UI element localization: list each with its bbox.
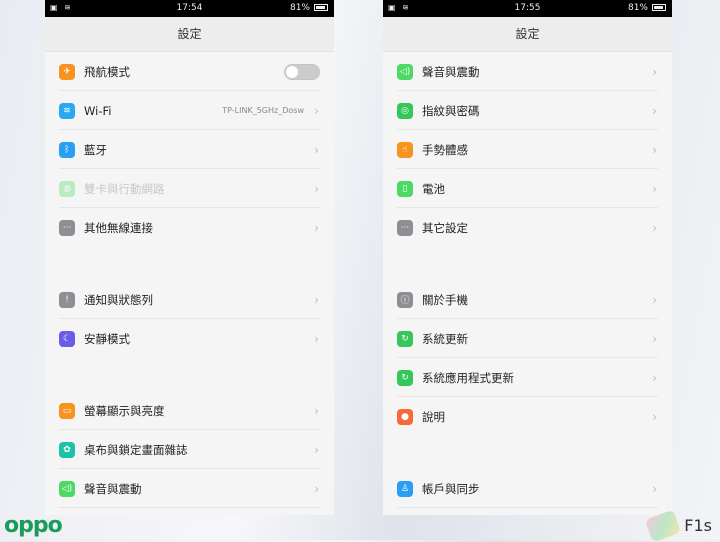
settings-item-label: 其它設定: [422, 220, 468, 235]
chevron-right-icon: ›: [652, 142, 657, 157]
account-icon: ♙: [397, 480, 413, 497]
battery-percent: 81%: [289, 3, 310, 13]
chevron-right-icon: ›: [314, 442, 319, 457]
help-icon: ●: [397, 408, 413, 425]
settings-item-label: 螢幕顯示與亮度: [84, 403, 165, 418]
settings-item-label: 系統應用程式更新: [422, 370, 514, 385]
settings-item[interactable]: ✈ 飛航模式: [45, 52, 334, 91]
settings-item-label: 飛航模式: [84, 64, 130, 79]
settings-item[interactable]: ᛒ 藍牙 ›: [45, 130, 334, 169]
wallpaper-icon: ✿: [59, 441, 75, 458]
info-icon: ⓘ: [397, 291, 413, 308]
chevron-right-icon: ›: [314, 403, 319, 418]
settings-item[interactable]: ▯ 電池 ›: [383, 169, 672, 208]
settings-item[interactable]: ☝ 手勢體感 ›: [383, 130, 672, 169]
moon-icon: ☾: [59, 330, 75, 347]
battery-icon: [314, 4, 328, 11]
settings-item[interactable]: ◁) 聲音與震動 ›: [383, 52, 672, 91]
battery-status: 81%: [628, 3, 666, 13]
chevron-right-icon: ›: [314, 220, 319, 235]
system-update-icon: ↻: [397, 330, 413, 347]
settings-item-label: 通知與狀態列: [84, 292, 153, 307]
phone-screen-right: ▣ ≋ 17:55 81% 設定 ◁) 聲音與震動 › ◎ 指紋與密碼 › ☝ 手勢體感 › ▯ 電池 › ··…: [383, 0, 672, 515]
sound-icon: ◁): [397, 63, 413, 80]
settings-item[interactable]: ▭ 螢幕顯示與亮度 ›: [45, 391, 334, 430]
oppo-logo: oppo: [4, 513, 63, 538]
app-update-icon: ↻: [397, 369, 413, 386]
wifi-icon: ≋: [59, 102, 75, 119]
chevron-right-icon: ›: [652, 409, 657, 424]
settings-item[interactable]: ··· 其他無線連接 ›: [45, 208, 334, 247]
more-connections-icon: ···: [59, 219, 75, 236]
settings-item[interactable]: ◁) 聲音與震動 ›: [45, 469, 334, 508]
settings-item[interactable]: ◍ 雙卡與行動網路 ›: [45, 169, 334, 208]
settings-item[interactable]: ☾ 安靜模式 ›: [45, 319, 334, 358]
settings-item-label: 說明: [422, 409, 445, 424]
airplane-icon: ✈: [59, 63, 75, 80]
phone-screen-left: ▣ ≋ 17:54 81% 設定 ✈ 飛航模式 ≋ Wi-Fi TP-LINK_5GHz_Dos…: [45, 0, 334, 515]
display-icon: ▭: [59, 402, 75, 419]
settings-item-label: 系統更新: [422, 331, 468, 346]
chevron-right-icon: ›: [314, 481, 319, 496]
chevron-right-icon: ›: [652, 292, 657, 307]
chevron-right-icon: ›: [314, 331, 319, 346]
chevron-right-icon: ›: [652, 181, 657, 196]
airplane-mode-toggle[interactable]: [284, 63, 320, 80]
settings-item[interactable]: ↻ 系統更新 ›: [383, 319, 672, 358]
settings-item[interactable]: ♙ 帳戶與同步 ›: [383, 469, 672, 508]
chevron-right-icon: ›: [652, 220, 657, 235]
settings-item-label: 雙卡與行動網路: [84, 181, 165, 196]
settings-item-label: 桌布與鎖定畫面雜誌: [84, 442, 188, 457]
settings-item[interactable]: ! 通知與狀態列 ›: [45, 280, 334, 319]
fingerprint-icon: ◎: [397, 102, 413, 119]
notification-icon: !: [59, 291, 75, 308]
settings-item-label: Wi-Fi: [84, 103, 112, 118]
chevron-right-icon: ›: [314, 181, 319, 196]
settings-item[interactable]: ≋ Wi-Fi TP-LINK_5GHz_Dosw ›: [45, 91, 334, 130]
gesture-icon: ☝: [397, 141, 413, 158]
settings-item-label: 電池: [422, 181, 445, 196]
page-title: 設定: [45, 17, 334, 52]
bluetooth-icon: ᛒ: [59, 141, 75, 158]
settings-item-label: 關於手機: [422, 292, 468, 307]
other-settings-icon: ···: [397, 219, 413, 236]
model-label: F1s: [684, 516, 712, 535]
sim-network-icon: ◍: [59, 180, 75, 197]
settings-item-label: 聲音與震動: [84, 481, 142, 496]
settings-item[interactable]: ✿ 桌布與鎖定畫面雜誌 ›: [45, 430, 334, 469]
chevron-right-icon: ›: [652, 103, 657, 118]
settings-item-label: 安靜模式: [84, 331, 130, 346]
settings-item-value: TP-LINK_5GHz_Dosw: [222, 106, 304, 115]
page-title: 設定: [383, 17, 672, 52]
chevron-right-icon: ›: [314, 103, 319, 118]
chevron-right-icon: ›: [652, 370, 657, 385]
settings-item-label: 聲音與震動: [422, 64, 480, 79]
settings-item-label: 指紋與密碼: [422, 103, 480, 118]
settings-item[interactable]: ⓘ 關於手機 ›: [383, 280, 672, 319]
settings-item[interactable]: ↻ 系統應用程式更新 ›: [383, 358, 672, 397]
settings-item-label: 藍牙: [84, 142, 107, 157]
settings-item[interactable]: ● 說明 ›: [383, 397, 672, 436]
chevron-right-icon: ›: [652, 331, 657, 346]
battery-status: 81%: [290, 3, 328, 13]
sound-icon: ◁): [59, 480, 75, 497]
chevron-right-icon: ›: [314, 142, 319, 157]
battery-percent: 81%: [627, 3, 648, 13]
battery-icon: ▯: [397, 180, 413, 197]
settings-item[interactable]: ··· 其它設定 ›: [383, 208, 672, 247]
chevron-right-icon: ›: [314, 292, 319, 307]
settings-item[interactable]: ◎ 指紋與密碼 ›: [383, 91, 672, 130]
battery-icon: [652, 4, 666, 11]
status-bar: ▣ ≋ 17:54 81%: [45, 0, 334, 17]
settings-item-label: 其他無線連接: [84, 220, 153, 235]
chevron-right-icon: ›: [652, 481, 657, 496]
settings-item-label: 手勢體感: [422, 142, 468, 157]
chevron-right-icon: ›: [652, 64, 657, 79]
settings-item-label: 帳戶與同步: [422, 481, 480, 496]
status-bar: ▣ ≋ 17:55 81%: [383, 0, 672, 17]
